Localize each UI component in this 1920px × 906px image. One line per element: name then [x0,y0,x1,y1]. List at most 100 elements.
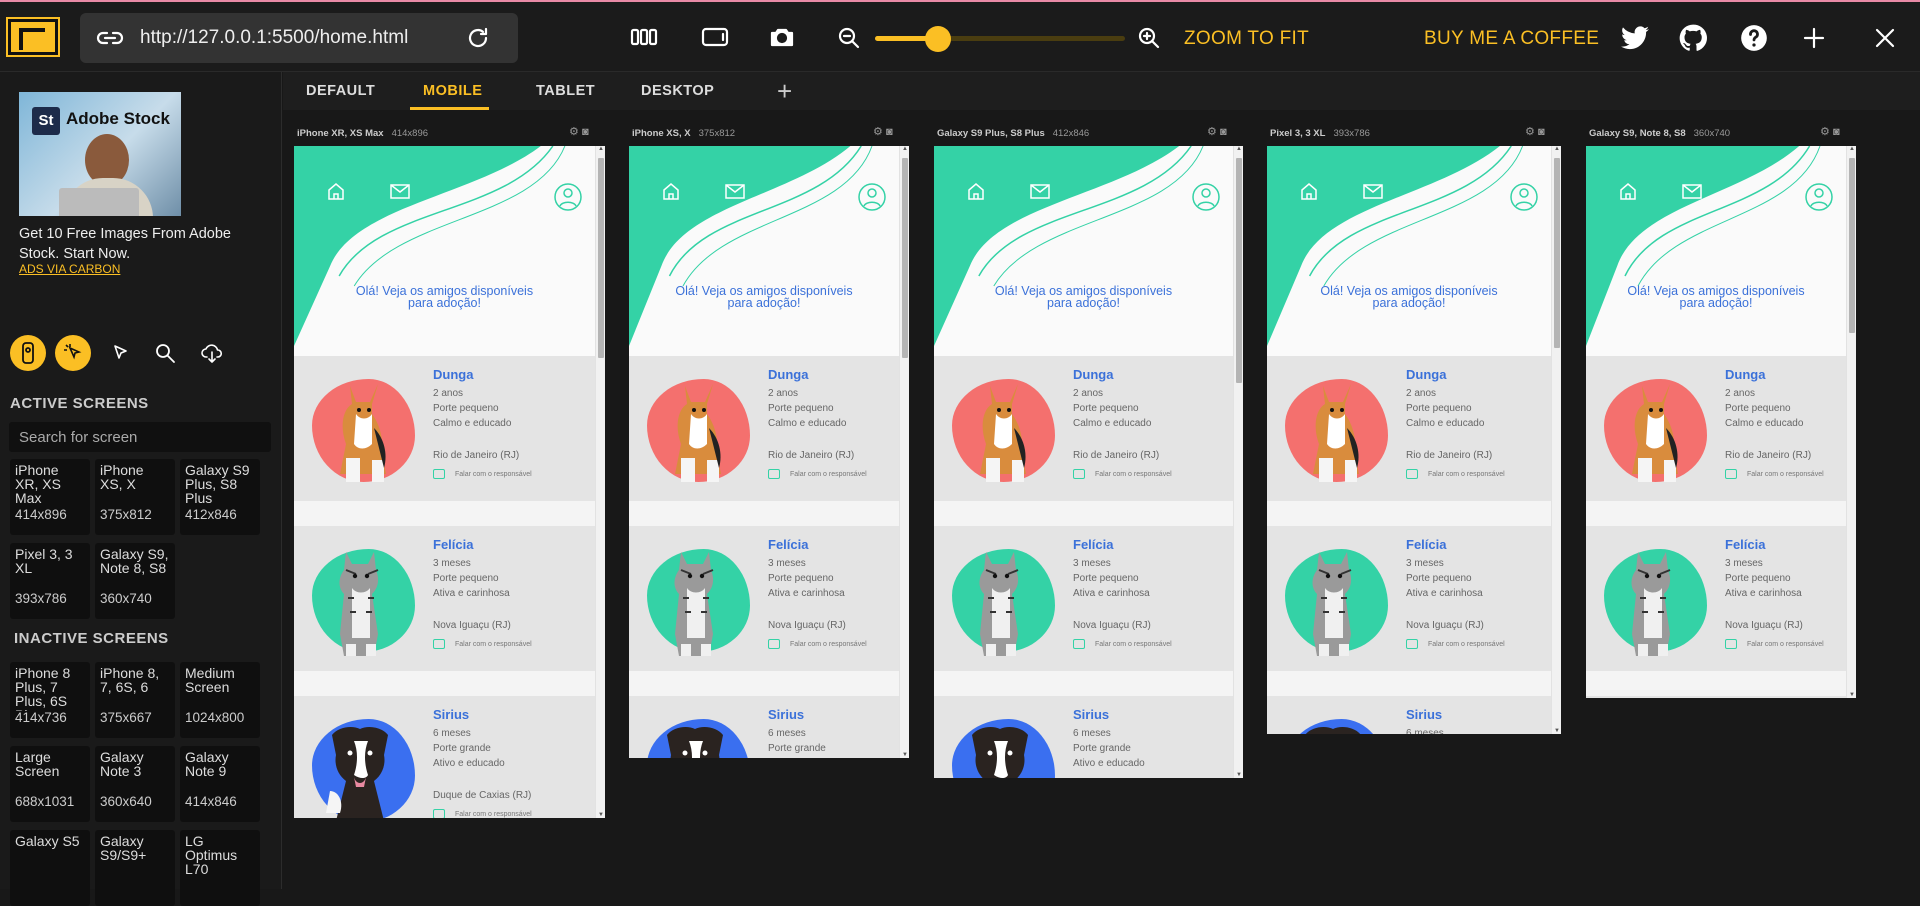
camera-icon[interactable]: ◙ [1538,126,1545,138]
camera-icon[interactable]: ◙ [582,126,589,138]
device-scrollbar[interactable]: ▲ ▼ [899,146,909,758]
contact-owner-link[interactable]: Falar com o responsável [433,809,532,818]
mail-icon[interactable] [725,184,745,199]
scroll-up-arrow[interactable]: ▲ [1849,146,1855,152]
contact-owner-link[interactable]: Falar com o responsável [1073,469,1172,479]
scroll-down-arrow[interactable]: ▼ [598,812,604,818]
close-icon[interactable] [1874,27,1896,49]
active-screen-chip[interactable]: iPhone XS, X 375x812 [95,459,175,535]
contact-owner-link[interactable]: Falar com o responsável [1073,639,1172,649]
contact-owner-link[interactable]: Falar com o responsável [1406,469,1505,479]
pet-card[interactable]: Sirius6 mesesPorte grandeAtivo e educado… [1267,696,1551,734]
ads-via-carbon-link[interactable]: ADS VIA CARBON [19,262,120,276]
device-preview[interactable]: Olá! Veja os amigos disponíveis para ado… [629,146,909,758]
home-icon[interactable] [327,182,345,200]
pet-card[interactable]: Sirius6 mesesPorte grandeAtivo e educado… [934,696,1233,778]
inactive-screen-chip[interactable]: Galaxy S5 [10,830,90,906]
tab-mobile[interactable]: MOBILE [423,83,482,99]
zoom-slider-knob[interactable] [924,26,951,52]
device-frame-icon[interactable] [701,26,729,48]
mail-icon[interactable] [390,184,410,199]
twitter-icon[interactable] [1621,26,1649,50]
contact-owner-link[interactable]: Falar com o responsável [1725,469,1824,479]
github-icon[interactable] [1679,24,1707,52]
scroll-down-arrow[interactable]: ▼ [902,752,908,758]
mail-icon[interactable] [1363,184,1383,199]
inactive-screen-chip[interactable]: Medium Screen 1024x800 [180,662,260,738]
gear-icon[interactable]: ⚙ [1207,126,1217,138]
scroll-up-arrow[interactable]: ▲ [1236,146,1242,152]
active-screen-chip[interactable]: Galaxy S9 Plus, S8 Plus 412x846 [180,459,260,535]
device-scrollbar[interactable]: ▲ ▼ [1846,146,1856,698]
user-icon[interactable] [1804,182,1834,212]
scroll-thumb[interactable] [1554,158,1560,348]
user-icon[interactable] [1191,182,1221,212]
pet-card[interactable]: Sirius6 mesesPorte grandeAtivo e educado… [629,696,899,758]
pet-card[interactable]: Felícia 3 meses Porte pequeno Ativa e carin… [1267,526,1551,671]
screenshot-icon[interactable] [769,26,795,48]
device-preview[interactable]: Olá! Veja os amigos disponíveis para ado… [1586,146,1856,698]
app-logo[interactable] [8,19,58,55]
scroll-thumb[interactable] [1236,158,1242,383]
pet-card[interactable]: Felícia 3 meses Porte pequeno Ativa e carin… [1586,526,1846,671]
device-preview[interactable]: Olá! Veja os amigos disponíveis para ado… [934,146,1243,778]
screen-search-input[interactable] [9,422,271,452]
device-preview[interactable]: Olá! Veja os amigos disponíveis para ado… [294,146,605,818]
scroll-up-arrow[interactable]: ▲ [598,146,604,152]
active-screen-chip[interactable]: Galaxy S9, Note 8, S8 360x740 [95,543,175,619]
contact-owner-link[interactable]: Falar com o responsável [768,639,867,649]
user-icon[interactable] [1509,182,1539,212]
gear-icon[interactable]: ⚙ [1525,126,1535,138]
mail-icon[interactable] [1030,184,1050,199]
layout-columns-icon[interactable] [630,27,658,47]
contact-owner-link[interactable]: Falar com o responsável [768,469,867,479]
click-sync-tool[interactable] [55,335,91,371]
device-scrollbar[interactable]: ▲ ▼ [1551,146,1561,734]
home-icon[interactable] [662,182,680,200]
ad-image[interactable]: St Adobe Stock [19,92,181,216]
zoom-out-icon[interactable] [837,26,861,50]
inactive-screen-chip[interactable]: iPhone 8, 7, 6S, 6 375x667 [95,662,175,738]
tab-desktop[interactable]: DESKTOP [641,83,714,99]
zoom-to-fit-button[interactable]: ZOOM TO FIT [1184,28,1309,50]
inactive-screen-chip[interactable]: Galaxy S9/S9+ [95,830,175,906]
buy-me-a-coffee-link[interactable]: BUY ME A COFFEE [1424,28,1599,50]
device-scrollbar[interactable]: ▲ ▼ [1233,146,1243,778]
url-text[interactable]: http://127.0.0.1:5500/home.html [140,27,408,49]
contact-owner-link[interactable]: Falar com o responsável [1406,639,1505,649]
gear-icon[interactable]: ⚙ [873,126,883,138]
active-screen-chip[interactable]: Pixel 3, 3 XL 393x786 [10,543,90,619]
contact-owner-link[interactable]: Falar com o responsável [1725,639,1824,649]
inactive-screen-chip[interactable]: LG Optimus L70 [180,830,260,906]
tab-default[interactable]: DEFAULT [306,83,375,99]
search-icon[interactable] [154,342,176,364]
inactive-screen-chip[interactable]: Galaxy Note 9 414x846 [180,746,260,822]
inspect-cursor-icon[interactable] [110,343,130,363]
camera-icon[interactable]: ◙ [1833,126,1840,138]
pet-card[interactable]: Dunga 2 anos Porte pequeno Calmo e educado R… [294,356,595,501]
zoom-slider[interactable] [875,26,1125,52]
address-bar[interactable]: http://127.0.0.1:5500/home.html [80,13,518,63]
pet-card[interactable]: Sirius6 mesesPorte grandeAtivo e educado… [1586,696,1846,698]
home-icon[interactable] [967,182,985,200]
home-icon[interactable] [1300,182,1318,200]
mail-icon[interactable] [1682,184,1702,199]
home-icon[interactable] [1619,182,1637,200]
pet-card[interactable]: Felícia 3 meses Porte pequeno Ativa e carin… [934,526,1233,671]
cloud-download-icon[interactable] [200,342,224,364]
help-icon[interactable] [1740,24,1768,52]
pet-card[interactable]: Felícia 3 meses Porte pequeno Ativa e carin… [629,526,899,671]
device-preview[interactable]: Olá! Veja os amigos disponíveis para ado… [1267,146,1561,734]
contact-owner-link[interactable]: Falar com o responsável [433,639,532,649]
device-sync-tool[interactable] [10,335,46,371]
scroll-up-arrow[interactable]: ▲ [902,146,908,152]
user-icon[interactable] [553,182,583,212]
pet-card[interactable]: Dunga 2 anos Porte pequeno Calmo e educado R… [629,356,899,501]
scroll-thumb[interactable] [1849,158,1855,333]
pet-card[interactable]: Felícia 3 meses Porte pequeno Ativa e carin… [294,526,595,671]
scroll-down-arrow[interactable]: ▼ [1849,692,1855,698]
gear-icon[interactable]: ⚙ [569,126,579,138]
pet-card[interactable]: Sirius6 mesesPorte grandeAtivo e educado… [294,696,595,818]
pet-card[interactable]: Dunga 2 anos Porte pequeno Calmo e educado R… [1267,356,1551,501]
pet-card[interactable]: Dunga 2 anos Porte pequeno Calmo e educado R… [1586,356,1846,501]
